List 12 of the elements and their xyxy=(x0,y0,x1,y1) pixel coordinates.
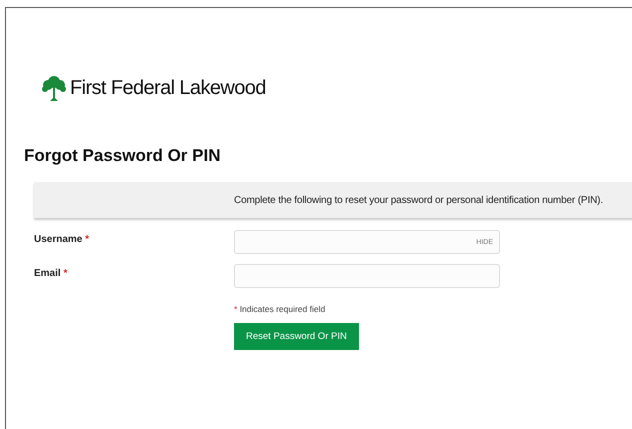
required-mark: * xyxy=(234,304,238,314)
reset-button[interactable]: Reset Password Or PIN xyxy=(234,323,359,350)
input-field[interactable] xyxy=(234,264,500,288)
page-title: Forgot Password Or PIN xyxy=(24,146,222,166)
required-mark: * xyxy=(63,268,68,279)
required-mark: * xyxy=(85,234,90,245)
field-label: Username xyxy=(34,234,82,245)
field-label: Email xyxy=(34,268,61,279)
tree-logo-icon xyxy=(40,74,68,102)
required-note: Indicates required field xyxy=(240,304,326,314)
instructions-text: Complete the following to reset your password or personal identification number (PIN). xyxy=(234,194,603,206)
brand-name: First Federal Lakewood xyxy=(70,76,266,100)
